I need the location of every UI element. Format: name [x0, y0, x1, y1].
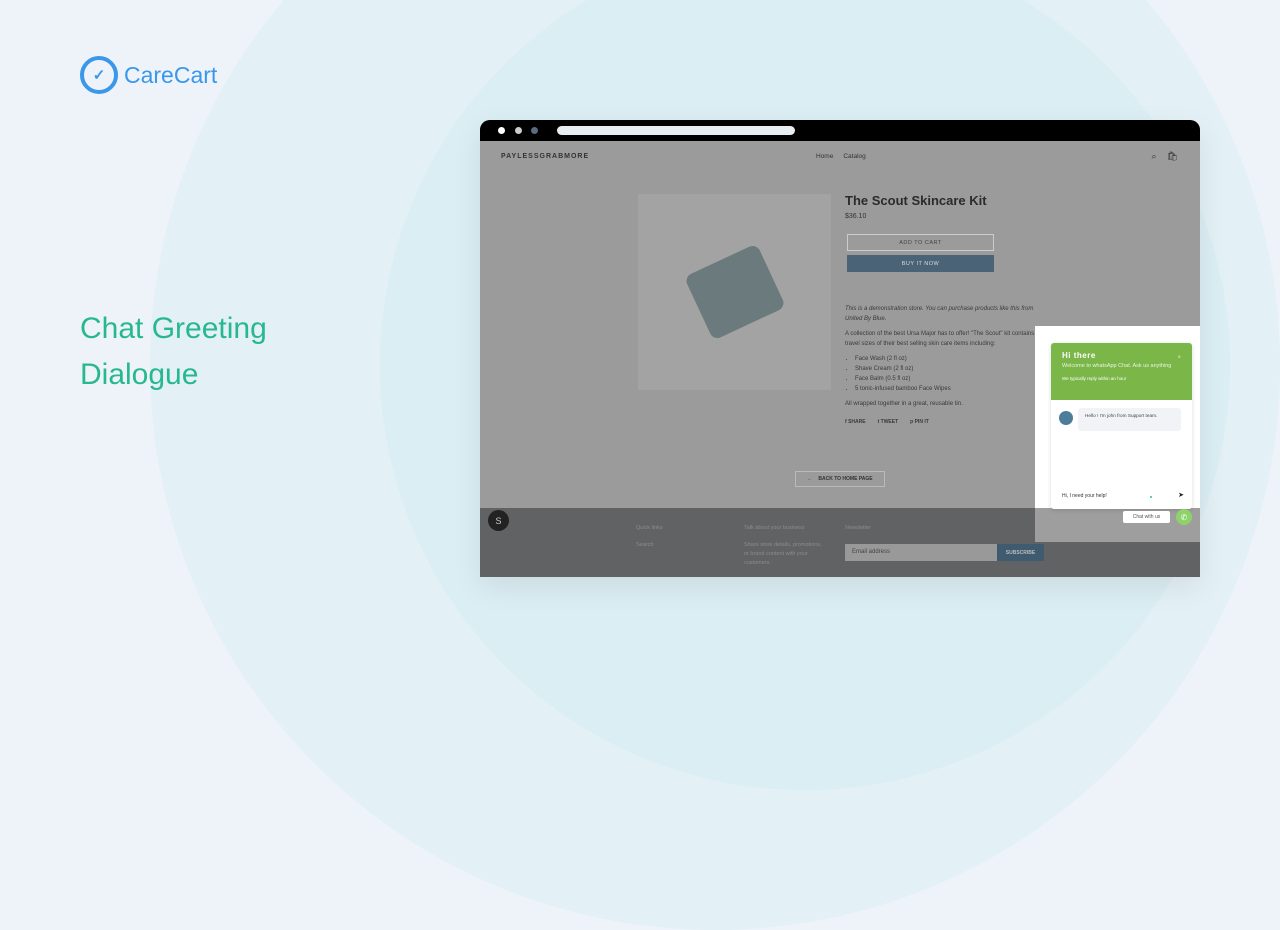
footer-heading: Quick links — [636, 525, 663, 531]
footer-heading: Newsletter — [845, 525, 871, 531]
search-icon[interactable]: ⌕ — [1152, 151, 1157, 162]
buy-now-button[interactable]: BUY IT NOW — [847, 255, 994, 272]
chat-input[interactable]: Hi, I need your help! — [1062, 493, 1107, 499]
description-text: A collection of the best Ursa Major has … — [845, 331, 1035, 347]
logo-text: CareCart — [124, 61, 218, 88]
close-icon[interactable]: × — [1177, 355, 1181, 361]
product-title: The Scout Skincare Kit — [845, 193, 987, 208]
chat-header: Hi there Welcome to whatsApp Chat. Ask u… — [1051, 343, 1192, 400]
list-item: 5 tonic-infused bamboo Face Wipes — [855, 384, 1045, 394]
list-item: Face Wash (2 fl oz) — [855, 354, 1045, 364]
footer-text: Share store details, promotions, or bran… — [744, 542, 822, 566]
list-item: Face Balm (0.5 fl oz) — [855, 374, 1045, 384]
store-nav: Home Catalog — [816, 153, 866, 160]
list-item: Shave Cream (2 fl oz) — [855, 364, 1045, 374]
browser-window: PAYLESSGRABMORE Home Catalog ⌕ 🛍 The Scou… — [480, 120, 1200, 577]
whatsapp-icon[interactable]: ✆ — [1176, 509, 1192, 525]
arrow-left-icon: ← — [807, 476, 813, 482]
chat-title: Hi there — [1062, 351, 1096, 360]
browser-titlebar — [480, 120, 1200, 141]
nav-catalog[interactable]: Catalog — [843, 153, 865, 160]
address-bar[interactable] — [557, 126, 795, 135]
back-to-home-button[interactable]: ← BACK TO HOME PAGE — [795, 471, 885, 487]
chat-greeting-dialog: Hi there Welcome to whatsApp Chat. Ask u… — [1051, 343, 1192, 509]
product-description: This is a demonstration store. You can p… — [845, 304, 1045, 427]
send-icon[interactable]: ➤ — [1178, 491, 1184, 499]
headline: Chat Greeting Dialogue — [80, 312, 267, 391]
footer-link-search[interactable]: Search — [636, 541, 663, 550]
email-input[interactable]: Email address — [845, 544, 997, 561]
shopify-icon[interactable]: S — [488, 510, 509, 531]
add-to-cart-button[interactable]: ADD TO CART — [847, 234, 994, 251]
footer-heading: Talk about your business — [744, 525, 805, 531]
typing-indicator — [1150, 496, 1152, 498]
window-dot[interactable] — [531, 127, 538, 134]
share-twitter-button[interactable]: t TWEET — [878, 417, 899, 427]
share-facebook-button[interactable]: f SHARE — [845, 417, 866, 427]
nav-home[interactable]: Home — [816, 153, 833, 160]
share-pinterest-button[interactable]: p PIN IT — [910, 417, 929, 427]
agent-avatar — [1059, 411, 1073, 425]
product-price: $36.10 — [845, 213, 867, 220]
product-image — [638, 194, 831, 390]
carecart-logo: ✓ CareCart — [80, 56, 217, 94]
carecart-logo-icon: ✓ — [80, 56, 118, 94]
demo-note: This is a demonstration store. You can p… — [845, 306, 1034, 322]
closing-text: All wrapped together in a great, reusabl… — [845, 401, 963, 407]
chat-with-us-label[interactable]: Chat with us — [1123, 511, 1170, 523]
chat-backdrop — [1035, 508, 1200, 542]
chat-reply-time: We typically reply within an hour — [1062, 376, 1127, 381]
store-name[interactable]: PAYLESSGRABMORE — [501, 153, 589, 160]
cart-icon[interactable]: 🛍 — [1167, 151, 1178, 162]
subscribe-button[interactable]: SUBSCRIBE — [997, 544, 1044, 561]
chat-message: Hello ! I'm john from Support team. — [1078, 408, 1181, 431]
window-dot[interactable] — [515, 127, 522, 134]
chat-welcome: Welcome to whatsApp Chat. Ask us anythin… — [1062, 363, 1172, 369]
window-dot[interactable] — [498, 127, 505, 134]
